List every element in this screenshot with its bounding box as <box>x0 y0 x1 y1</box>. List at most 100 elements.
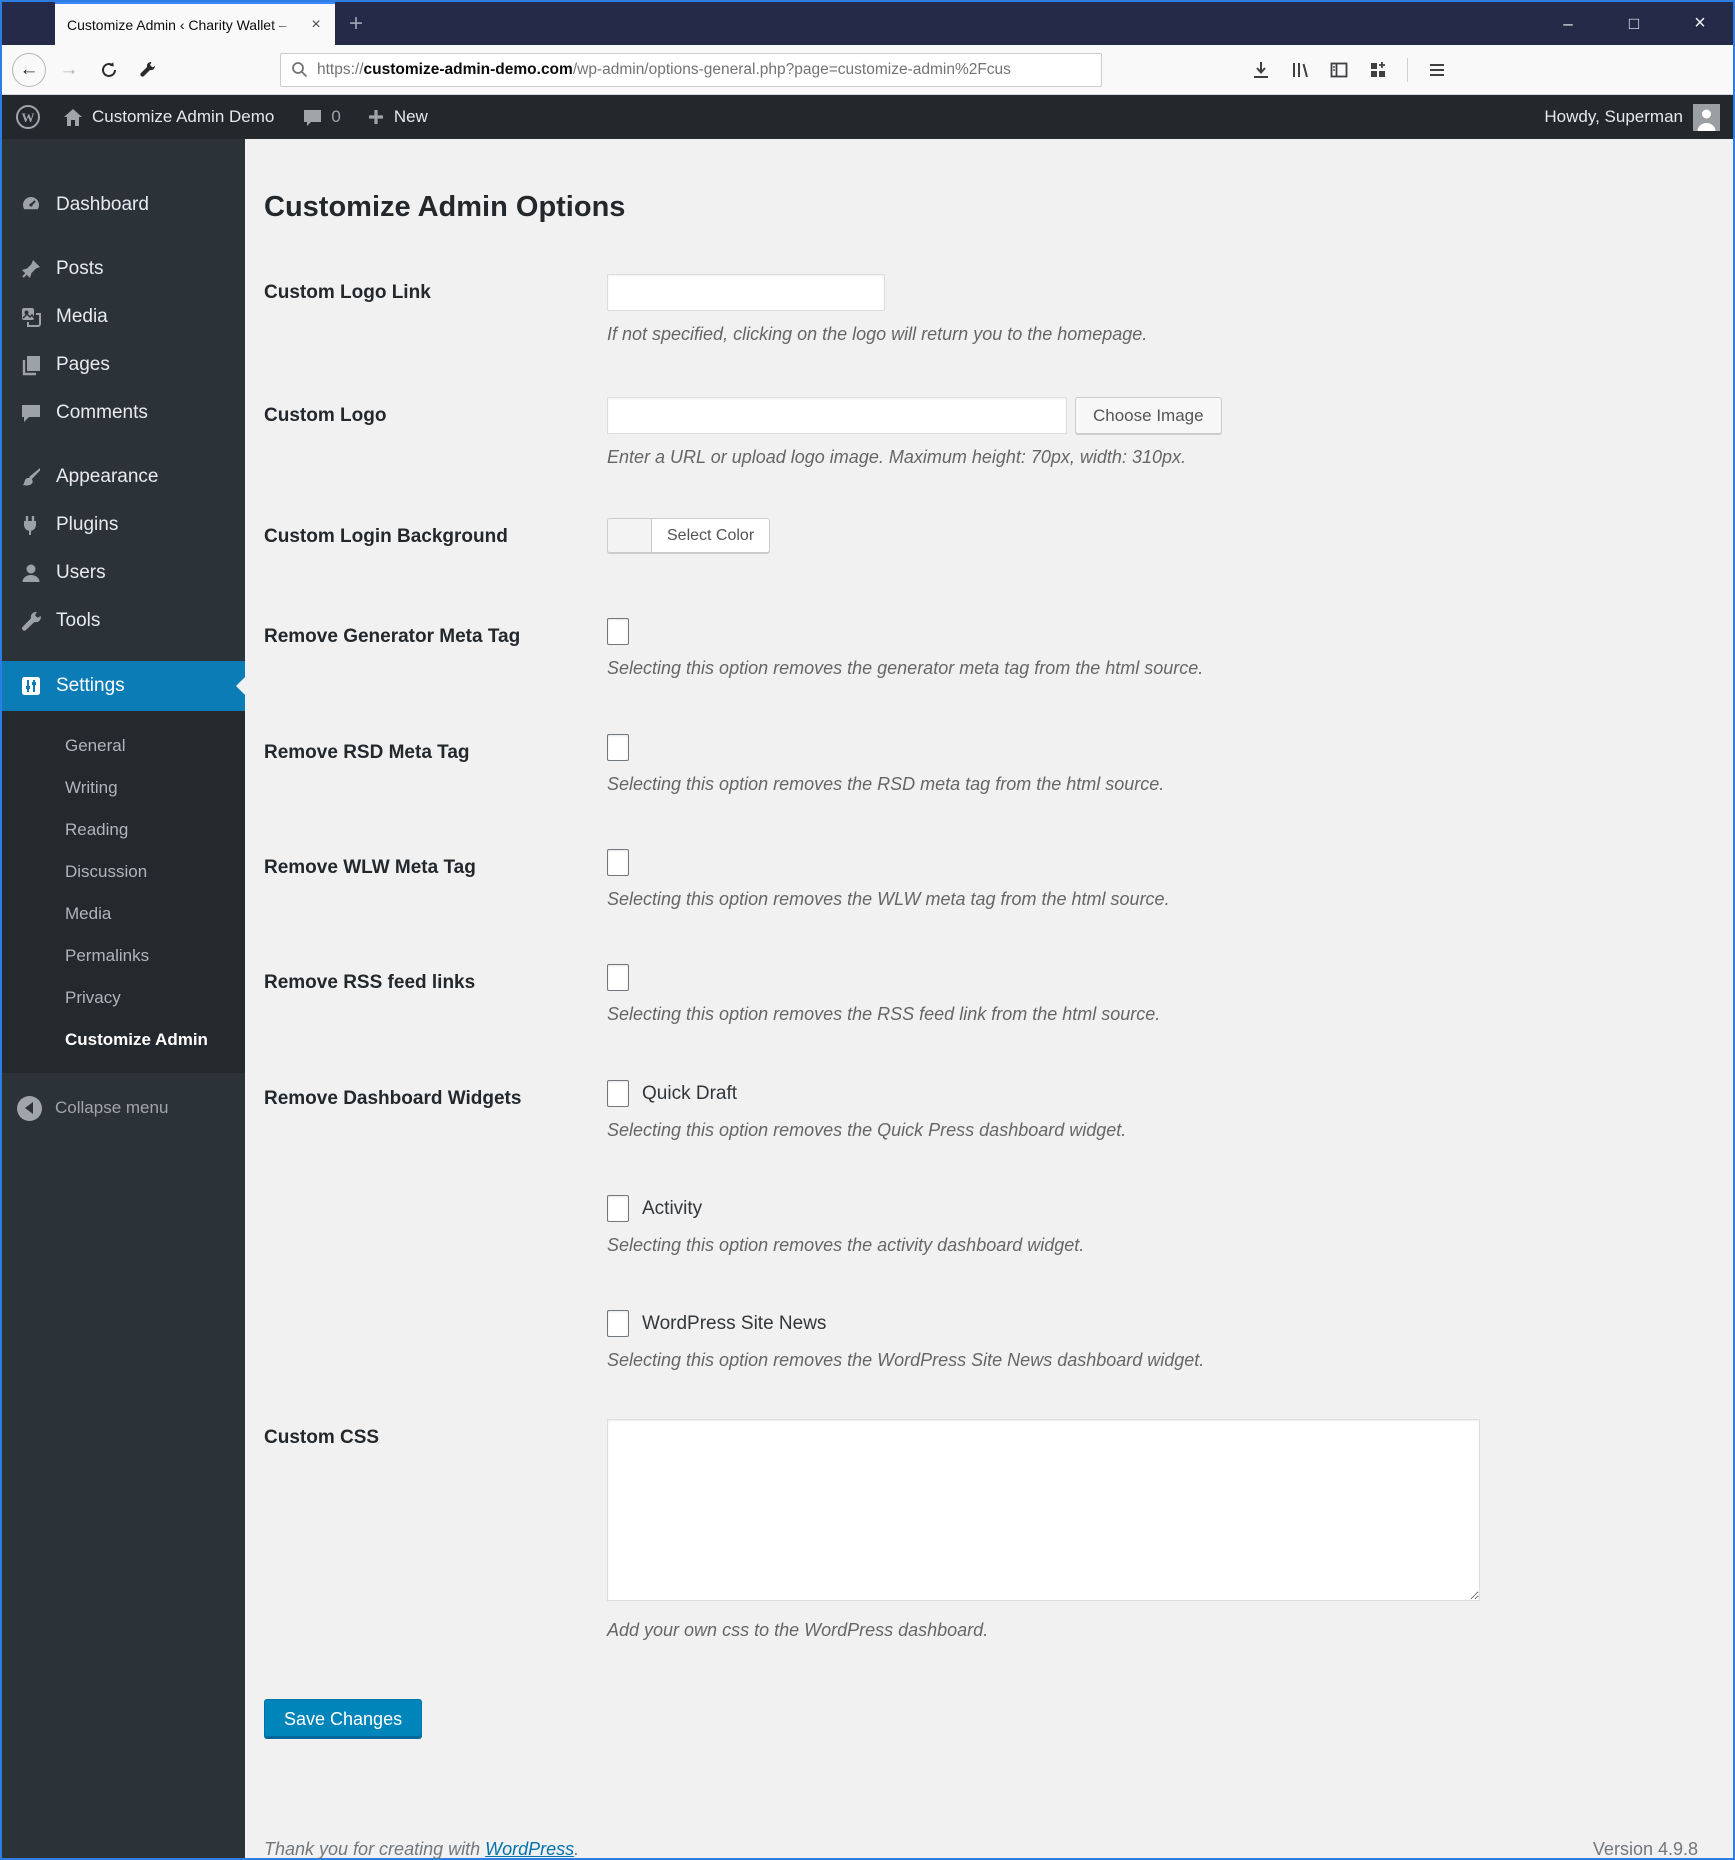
comments-icon <box>19 402 42 424</box>
sidebar-item-comments[interactable]: Comments <box>2 389 245 437</box>
back-button[interactable]: ← <box>12 52 46 87</box>
wordpress-site-news-checkbox[interactable] <box>607 1310 629 1337</box>
dashboard-icon <box>19 194 42 216</box>
sidebar-item-tools[interactable]: Tools <box>2 597 245 645</box>
field-label: Remove Generator Meta Tag <box>264 626 521 647</box>
wrench-icon[interactable] <box>132 60 162 79</box>
wp-logo-icon[interactable]: W <box>15 104 41 130</box>
window-controls: – □ × <box>1535 2 1733 45</box>
submenu-item-writing[interactable]: Writing <box>2 767 245 809</box>
new-content-menu-item[interactable]: New <box>367 107 428 127</box>
close-button[interactable]: × <box>1667 2 1733 45</box>
tab-close-icon[interactable]: × <box>305 16 327 34</box>
field-label: Remove RSD Meta Tag <box>264 742 470 763</box>
search-icon <box>292 62 308 78</box>
sidebar-item-plugins[interactable]: Plugins <box>2 501 245 549</box>
site-menu-item[interactable]: Customize Admin Demo <box>63 107 274 127</box>
sidebar-item-posts[interactable]: Posts <box>2 245 245 293</box>
submenu-item-customize-admin[interactable]: Customize Admin <box>2 1019 245 1061</box>
select-color-button[interactable]: Select Color <box>607 518 771 553</box>
reload-button[interactable] <box>94 61 124 79</box>
comments-menu-item[interactable]: 0 <box>302 107 341 127</box>
tab-title: Customize Admin ‹ Charity Wallet – <box>67 16 287 33</box>
row-remove-dashboard-widgets: Remove Dashboard Widgets Quick Draft Sel… <box>264 1080 1733 1371</box>
field-help: Selecting this option removes the WordPr… <box>607 1350 1205 1370</box>
field-help: Selecting this option removes the RSS fe… <box>607 1004 1161 1024</box>
save-changes-button[interactable]: Save Changes <box>264 1699 423 1739</box>
remove-rss-checkbox[interactable] <box>607 964 629 991</box>
custom-logo-link-input[interactable] <box>607 274 885 311</box>
sidebar-item-settings[interactable]: Settings <box>2 661 245 711</box>
submenu-item-media[interactable]: Media <box>2 893 245 935</box>
field-help: Selecting this option removes the RSD me… <box>607 774 1165 794</box>
sidebar-item-appearance[interactable]: Appearance <box>2 453 245 501</box>
minimize-button[interactable]: – <box>1535 2 1601 45</box>
tools-wrench-icon <box>19 610 42 632</box>
field-label: Custom CSS <box>264 1427 380 1448</box>
sidebar-item-users[interactable]: Users <box>2 549 245 597</box>
sidebar-item-label: Tools <box>56 610 101 631</box>
choose-image-button[interactable]: Choose Image <box>1075 397 1222 434</box>
wordpress-link[interactable]: WordPress <box>485 1839 574 1859</box>
toolbar-right-icons <box>1232 57 1447 82</box>
plug-icon <box>19 514 42 536</box>
sidebar-item-dashboard[interactable]: Dashboard <box>2 181 245 229</box>
collapse-menu-button[interactable]: Collapse menu <box>2 1087 245 1129</box>
row-remove-rss-links: Remove RSS feed links Selecting this opt… <box>264 964 1733 1025</box>
url-host: customize-admin-demo.com <box>363 60 573 78</box>
sidebar-item-pages[interactable]: Pages <box>2 341 245 389</box>
checkbox-label: WordPress Site News <box>642 1312 827 1334</box>
collapse-arrow-icon <box>17 1095 42 1121</box>
widget-option-activity: Activity Selecting this option removes t… <box>607 1195 1733 1256</box>
menu-separator <box>2 645 245 661</box>
submenu-item-reading[interactable]: Reading <box>2 809 245 851</box>
forward-button[interactable]: → <box>54 59 84 81</box>
maximize-button[interactable]: □ <box>1601 2 1667 45</box>
my-account-menu-item[interactable]: Howdy, Superman <box>1544 103 1720 131</box>
remove-rsd-checkbox[interactable] <box>607 734 629 761</box>
browser-tab[interactable]: Customize Admin ‹ Charity Wallet – × <box>55 2 335 45</box>
sidebar-item-label: Settings <box>56 675 125 696</box>
color-swatch <box>608 519 652 552</box>
sidebar-item-label: Posts <box>56 258 104 279</box>
tab-title-fade <box>271 6 305 45</box>
custom-css-textarea[interactable] <box>607 1419 1480 1601</box>
field-label: Remove Dashboard Widgets <box>264 1088 522 1109</box>
new-tab-button[interactable]: + <box>335 2 377 45</box>
collapse-menu-label: Collapse menu <box>55 1098 169 1117</box>
url-bar[interactable]: https://customize-admin-demo.com/wp-admi… <box>280 52 1102 87</box>
site-name: Customize Admin Demo <box>92 107 275 126</box>
reload-icon <box>102 61 116 77</box>
sidebar-item-label: Appearance <box>56 466 159 487</box>
extensions-icon[interactable] <box>1368 60 1388 80</box>
plus-icon <box>368 110 383 124</box>
submenu-item-privacy[interactable]: Privacy <box>2 977 245 1019</box>
browser-titlebar: Customize Admin ‹ Charity Wallet – × + –… <box>2 2 1733 45</box>
remove-wlw-checkbox[interactable] <box>607 849 629 876</box>
custom-logo-url-input[interactable] <box>607 397 1067 434</box>
activity-checkbox[interactable] <box>607 1195 629 1222</box>
quick-draft-checkbox[interactable] <box>607 1080 629 1107</box>
admin-footer: Thank you for creating with WordPress. V… <box>264 1839 1733 1860</box>
howdy-text: Howdy, Superman <box>1544 107 1683 126</box>
url-text: https://customize-admin-demo.com/wp-admi… <box>317 61 1011 79</box>
footer-thanks: Thank you for creating with WordPress. <box>264 1839 580 1859</box>
row-remove-generator-meta: Remove Generator Meta Tag Selecting this… <box>264 618 1733 679</box>
remove-generator-checkbox[interactable] <box>607 618 629 645</box>
submenu-item-permalinks[interactable]: Permalinks <box>2 935 245 977</box>
active-menu-arrow <box>236 677 245 695</box>
menu-hamburger-icon[interactable] <box>1427 60 1447 80</box>
submenu-item-general[interactable]: General <box>2 725 245 767</box>
library-icon[interactable] <box>1290 60 1310 80</box>
sidebar-toggle-icon[interactable] <box>1329 60 1349 80</box>
field-help: Selecting this option removes the WLW me… <box>607 889 1170 909</box>
settings-submenu: General Writing Reading Discussion Media… <box>2 711 245 1073</box>
sidebar-item-media[interactable]: Media <box>2 293 245 341</box>
downloads-icon[interactable] <box>1251 60 1271 80</box>
version-text: Version 4.9.8 <box>1592 1839 1698 1859</box>
page-title: Customize Admin Options <box>264 191 626 223</box>
pages-icon <box>19 354 42 376</box>
settings-page: Customize Admin Options Custom Logo Link… <box>245 139 1733 1860</box>
field-help: Selecting this option removes the genera… <box>607 658 1204 678</box>
submenu-item-discussion[interactable]: Discussion <box>2 851 245 893</box>
